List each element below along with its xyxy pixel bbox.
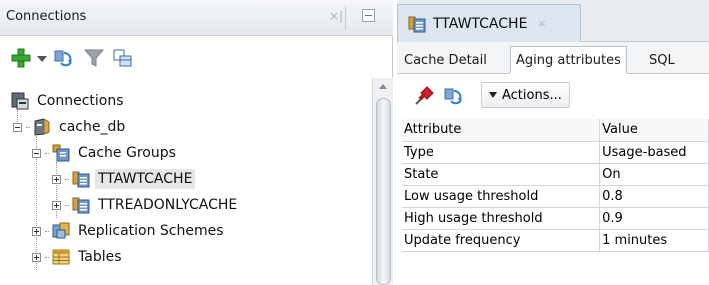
minimize-panel-icon[interactable] bbox=[362, 9, 375, 22]
plus-icon[interactable] bbox=[10, 47, 32, 69]
table-row[interactable]: State On bbox=[402, 163, 709, 186]
pin-icon[interactable] bbox=[413, 85, 435, 107]
table-header-row: Attribute Value bbox=[402, 119, 709, 142]
column-header-attribute[interactable]: Attribute bbox=[402, 119, 601, 142]
cache-group-editor: TTAWTCACHE × Cache Detail Aging attribut… bbox=[397, 0, 709, 285]
table-row[interactable]: Type Usage-based bbox=[402, 141, 709, 164]
collapse-icon[interactable] bbox=[13, 122, 22, 132]
close-panel-icon[interactable]: ×| bbox=[329, 9, 343, 23]
document-tab-bar: TTAWTCACHE × bbox=[397, 0, 709, 42]
cache-group-icon[interactable] bbox=[112, 47, 134, 69]
aging-attributes-table: Attribute Value Type Usage-based State O… bbox=[402, 119, 709, 252]
scroll-thumb[interactable] bbox=[376, 98, 391, 285]
chevron-down-icon bbox=[489, 92, 497, 98]
value-cell[interactable]: 0.8 bbox=[599, 185, 709, 208]
attribute-cell: High usage threshold bbox=[402, 207, 601, 230]
attribute-cell: State bbox=[402, 163, 601, 186]
expand-icon[interactable] bbox=[52, 174, 61, 184]
replication-icon bbox=[52, 222, 70, 239]
refresh-icon[interactable] bbox=[442, 85, 464, 107]
tab-sql[interactable]: SQL bbox=[644, 46, 680, 74]
connections-panel: Connections ×| Connections cache_db Cach… bbox=[0, 0, 393, 285]
value-cell[interactable]: Usage-based bbox=[599, 141, 709, 164]
tree-scrollbar[interactable] bbox=[372, 78, 393, 285]
table-icon bbox=[52, 249, 70, 265]
collapse-icon[interactable] bbox=[32, 148, 41, 158]
cache-group-icon bbox=[72, 171, 90, 188]
tree-item-label: Connections bbox=[37, 93, 124, 109]
tab-aging-attributes[interactable]: Aging attributes bbox=[510, 46, 627, 74]
refresh-icon[interactable] bbox=[52, 47, 74, 69]
tab-label: TTAWTCACHE bbox=[433, 15, 528, 32]
attribute-cell: Type bbox=[402, 141, 601, 164]
value-cell[interactable]: On bbox=[599, 163, 709, 186]
value-cell[interactable]: 0.9 bbox=[599, 207, 709, 230]
connections-toolbar bbox=[0, 38, 393, 78]
tree-item-label: cache_db bbox=[59, 119, 126, 135]
panel-title: Connections bbox=[6, 9, 87, 24]
chevron-down-icon[interactable] bbox=[37, 56, 47, 62]
expand-icon[interactable] bbox=[32, 252, 41, 262]
tree-item-label: TTAWTCACHE bbox=[95, 169, 196, 189]
column-header-value[interactable]: Value bbox=[599, 119, 709, 142]
expand-icon[interactable] bbox=[32, 226, 41, 236]
tree-item-tables[interactable]: Tables bbox=[32, 244, 125, 270]
tree-item-label: Tables bbox=[78, 249, 122, 265]
tree-item-ttreadonlycache[interactable]: TTREADONLYCACHE bbox=[52, 192, 240, 218]
database-icon bbox=[34, 118, 50, 136]
tree-item-replication-schemes[interactable]: Replication Schemes bbox=[32, 218, 227, 244]
connections-panel-header: Connections ×| bbox=[0, 0, 393, 36]
expand-icon[interactable] bbox=[52, 200, 61, 210]
table-row[interactable]: Low usage threshold 0.8 bbox=[402, 185, 709, 208]
actions-menu-button[interactable]: Actions... bbox=[481, 82, 570, 108]
connections-icon bbox=[11, 92, 29, 110]
tree-item-cache-groups[interactable]: Cache Groups bbox=[32, 140, 179, 166]
divider bbox=[345, 6, 346, 30]
actions-label: Actions... bbox=[502, 87, 562, 103]
tree-item-label: TTREADONLYCACHE bbox=[98, 197, 238, 213]
attribute-cell: Update frequency bbox=[402, 229, 601, 252]
tab-ttawtcache[interactable]: TTAWTCACHE × bbox=[397, 4, 581, 42]
cache-group-icon bbox=[72, 197, 90, 214]
close-icon[interactable]: × bbox=[537, 17, 546, 30]
scroll-up-icon[interactable] bbox=[379, 84, 387, 89]
editor-toolbar: Actions... bbox=[397, 75, 709, 117]
table-row[interactable]: High usage threshold 0.9 bbox=[402, 207, 709, 230]
tree-item-ttawtcache[interactable]: TTAWTCACHE bbox=[52, 166, 196, 192]
tree-item-cache-db[interactable]: cache_db bbox=[13, 114, 128, 140]
attribute-cell: Low usage threshold bbox=[402, 185, 601, 208]
tree-item-label: Cache Groups bbox=[78, 145, 176, 161]
value-cell[interactable]: 1 minutes bbox=[599, 229, 709, 252]
cache-groups-icon bbox=[52, 144, 70, 162]
tree-item-connections[interactable]: Connections bbox=[10, 88, 127, 114]
filter-icon[interactable] bbox=[83, 47, 105, 69]
tree-item-label: Replication Schemes bbox=[78, 223, 224, 239]
editor-sub-tabs: Cache Detail Aging attributes SQL bbox=[397, 42, 709, 74]
cache-group-icon bbox=[408, 16, 426, 32]
tab-cache-detail[interactable]: Cache Detail bbox=[399, 46, 492, 74]
table-row[interactable]: Update frequency 1 minutes bbox=[402, 229, 709, 252]
